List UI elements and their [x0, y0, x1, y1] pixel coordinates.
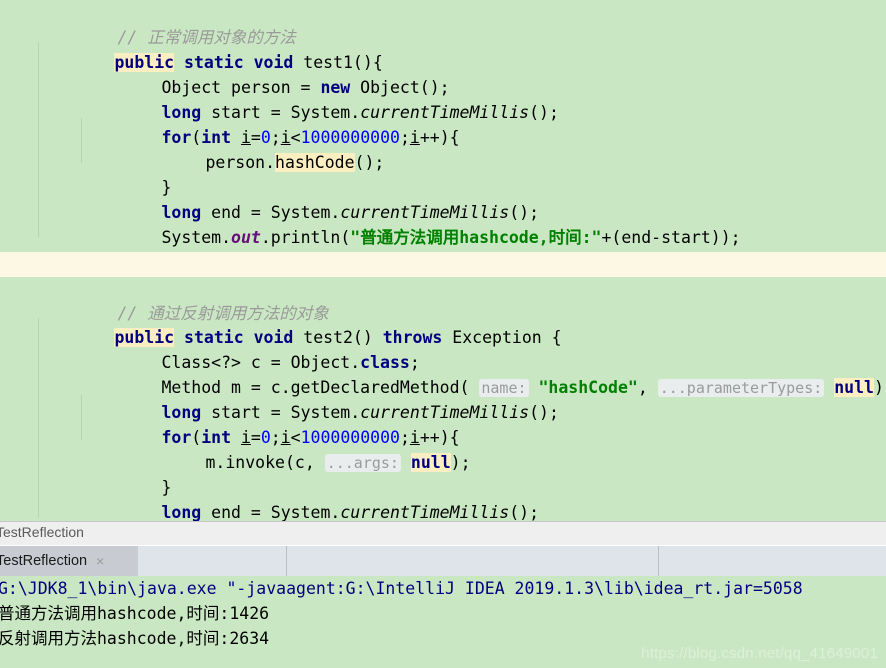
- code-editor[interactable]: // 正常调用对象的方法 public static void test1(){…: [0, 0, 886, 521]
- method-current-time-millis: currentTimeMillis: [340, 503, 510, 521]
- method-name-test1: test1(): [303, 53, 373, 72]
- close-icon[interactable]: ×: [96, 553, 104, 569]
- run-tab-label: TestReflection: [0, 553, 88, 569]
- keyword-long: long: [161, 203, 202, 222]
- class-system: System: [270, 503, 331, 521]
- method-separator-band: [0, 252, 886, 277]
- comment-text: // 正常调用对象的方法: [117, 28, 296, 47]
- console-output-line: 普通方法调用hashcode,时间:1426: [0, 604, 270, 623]
- method-current-time-millis: currentTimeMillis: [340, 203, 510, 222]
- method-current-time-millis: currentTimeMillis: [360, 103, 530, 122]
- console-command-line: G:\JDK8_1\bin\java.exe "-javaagent:G:\In…: [0, 579, 803, 598]
- ide-window: // 正常调用对象的方法 public static void test1(){…: [0, 0, 886, 668]
- param-hint-name: name:: [479, 379, 529, 397]
- run-tab-testreflection[interactable]: TestReflection ×: [0, 546, 138, 576]
- keyword-void: void: [253, 53, 294, 72]
- variable-person: person: [205, 153, 266, 172]
- param-hint-parameter-types: ...parameterTypes:: [657, 379, 825, 397]
- watermark-text: https://blog.csdn.net/qq_41649001: [641, 645, 878, 662]
- tabstrip-divider: [658, 546, 659, 576]
- breadcrumb-class-name[interactable]: TestReflection: [0, 524, 84, 540]
- class-system: System: [161, 228, 222, 247]
- class-system: System: [270, 203, 331, 222]
- code-line: // 正常调用对象的方法: [0, 0, 886, 47]
- tabstrip-divider: [286, 546, 287, 576]
- keyword-int: int: [201, 428, 232, 447]
- keyword-public: public: [114, 53, 175, 72]
- code-line: // 通过反射调用方法的对象: [0, 276, 886, 323]
- loop-count-1: 1000000000: [300, 128, 400, 147]
- keyword-long: long: [161, 403, 202, 422]
- keyword-static: static: [184, 53, 244, 72]
- keyword-long: long: [161, 103, 202, 122]
- keyword-for: for: [161, 428, 192, 447]
- class-system: System: [290, 403, 351, 422]
- keyword-for: for: [161, 128, 192, 147]
- method-hashcode: hashCode: [275, 153, 355, 172]
- method-current-time-millis: currentTimeMillis: [360, 403, 530, 422]
- string-literal-print1: 普通方法调用hashcode,时间:: [360, 228, 592, 247]
- comment-text: // 通过反射调用方法的对象: [117, 304, 329, 323]
- keyword-class: class: [360, 353, 410, 372]
- run-tool-tabstrip[interactable]: TestReflection ×: [0, 546, 886, 576]
- keyword-public: public: [114, 328, 175, 347]
- keyword-throws: throws: [382, 328, 443, 347]
- param-hint-args: ...args:: [324, 454, 401, 472]
- keyword-void: void: [253, 328, 294, 347]
- loop-count-2: 1000000000: [300, 428, 400, 447]
- keyword-null: null: [410, 453, 451, 472]
- method-println: println: [270, 228, 341, 247]
- breadcrumb-bar[interactable]: TestReflection: [0, 521, 886, 545]
- keyword-long: long: [161, 503, 202, 521]
- run-console[interactable]: G:\JDK8_1\bin\java.exe "-javaagent:G:\In…: [0, 576, 886, 668]
- keyword-static: static: [184, 328, 244, 347]
- string-literal-hashcode: hashCode: [548, 378, 628, 397]
- keyword-null: null: [834, 378, 874, 397]
- class-system: System: [290, 103, 351, 122]
- method-name-test2: test2(): [303, 328, 373, 347]
- field-out: out: [231, 228, 261, 247]
- keyword-int: int: [201, 128, 232, 147]
- keyword-new: new: [320, 78, 351, 97]
- exception-type: Exception: [452, 328, 542, 347]
